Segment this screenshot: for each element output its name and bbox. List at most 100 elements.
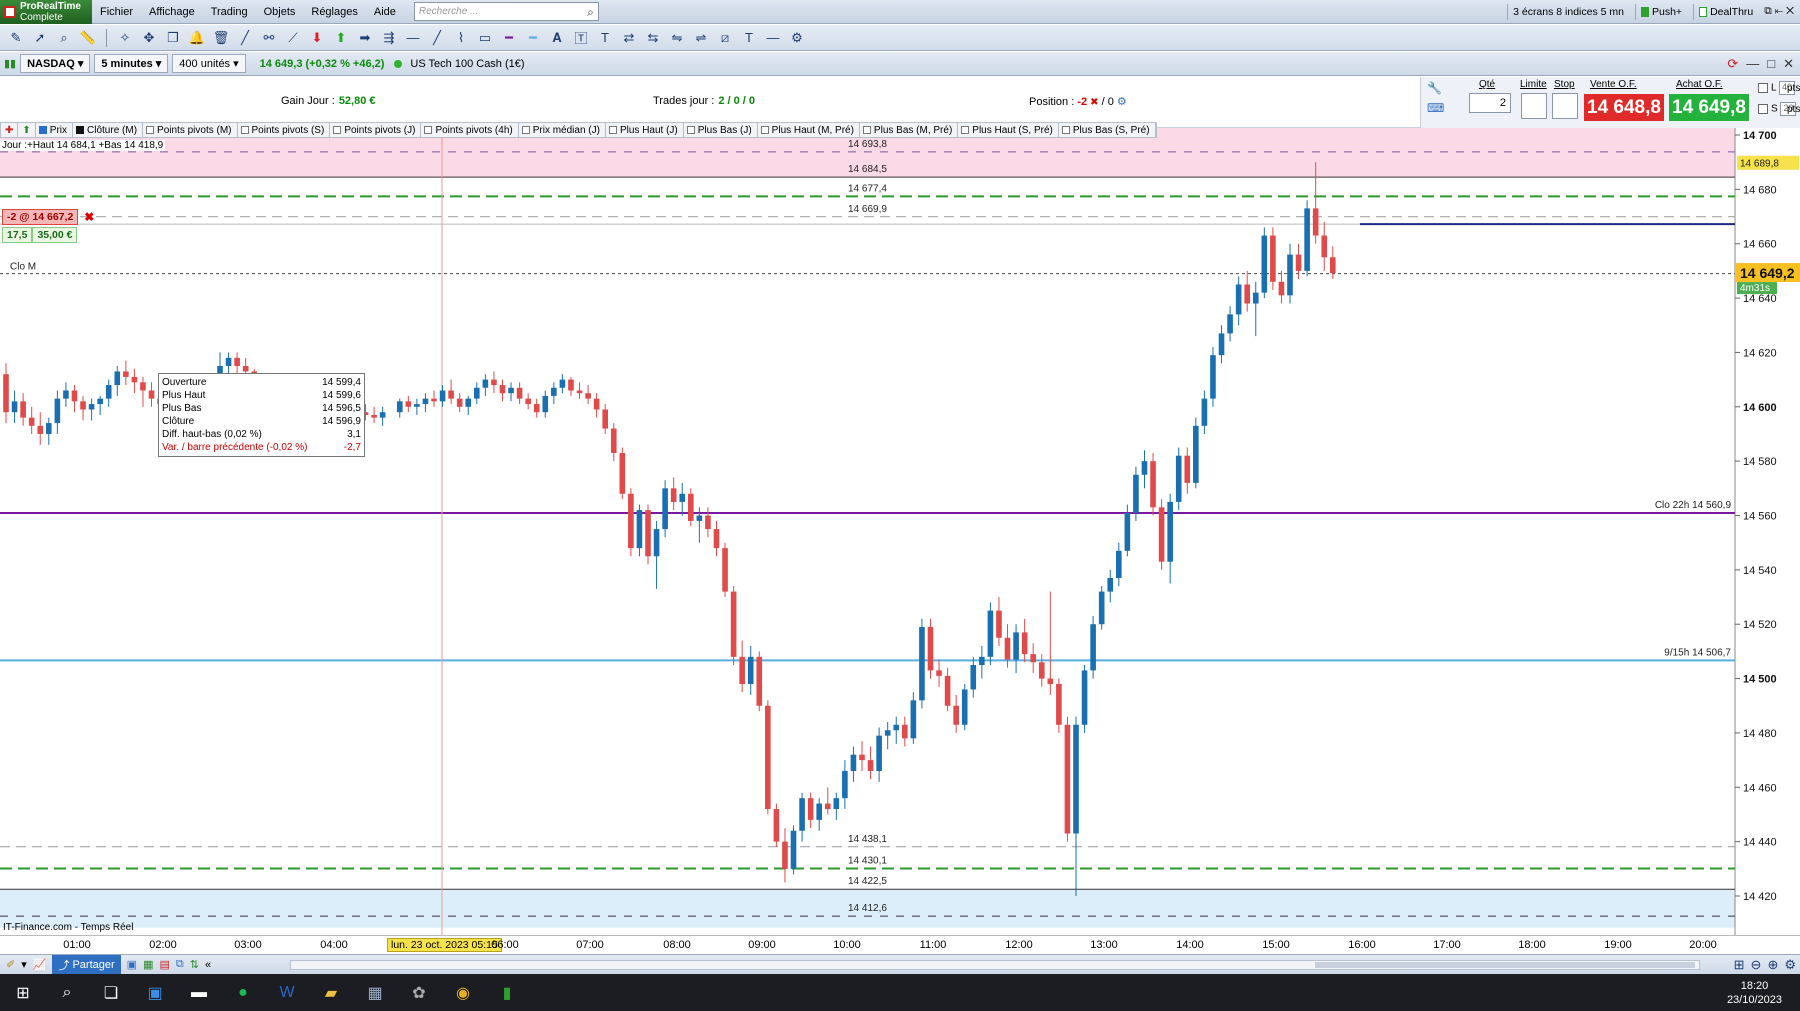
pencil-icon[interactable]: ✎ [6, 28, 26, 48]
candle-body[interactable] [987, 610, 994, 657]
candle-body[interactable] [491, 379, 497, 386]
text-box-icon[interactable]: 🅃 [571, 28, 591, 48]
candle-body[interactable] [1304, 208, 1310, 271]
compare-chart-icon[interactable]: ⇅ [190, 958, 199, 971]
candle-body[interactable] [859, 754, 865, 761]
candle-body[interactable] [63, 390, 69, 399]
indicator-toggle-3[interactable]: Points pivots (S) [238, 123, 331, 137]
indicator-toggle-8[interactable]: Plus Bas (J) [684, 123, 758, 137]
candle-body[interactable] [773, 809, 780, 842]
candle-body[interactable] [1235, 284, 1242, 315]
screen-icon[interactable]: ▣ [127, 958, 137, 971]
candle-body[interactable] [20, 401, 26, 418]
cyan-line-icon[interactable]: ━ [523, 28, 543, 48]
candle-body[interactable] [80, 401, 86, 410]
candle-body[interactable] [1141, 461, 1148, 475]
candle-body[interactable] [1193, 425, 1199, 483]
candle-body[interactable] [790, 830, 797, 869]
arrow-up-icon[interactable]: ⬆ [331, 28, 351, 48]
candle-body[interactable] [1252, 292, 1259, 304]
candle-body[interactable] [396, 401, 403, 413]
candle-body[interactable] [662, 488, 668, 530]
window-controls-icon[interactable]: ⧉ ⇤ ✕ [1764, 5, 1794, 18]
candle-body[interactable] [619, 452, 626, 494]
candle-body[interactable] [474, 387, 480, 399]
sell-button[interactable]: 14 648,8 [1584, 94, 1664, 121]
candle-body[interactable] [123, 371, 129, 377]
candle-body[interactable] [996, 610, 1002, 638]
arrow-down-icon[interactable]: ⬇ [307, 28, 327, 48]
candle-body[interactable] [585, 393, 591, 399]
push-button[interactable]: Push+ [1635, 3, 1687, 20]
refresh-icon[interactable]: ⟳ [1727, 56, 1738, 72]
time-axis[interactable]: lun. 23 oct. 2023 05:15 01:00 02:00 03:00 0… [0, 935, 1800, 954]
candle-body[interactable] [1107, 578, 1114, 592]
close-position-tag-icon[interactable]: ✖ [84, 210, 94, 224]
candle-body[interactable] [1167, 501, 1173, 562]
indicator-toggle-7[interactable]: Plus Haut (J) [606, 123, 684, 137]
menu-reglages[interactable]: Réglages [303, 6, 365, 18]
arrows-double-2-icon[interactable]: ⇆ [643, 28, 663, 48]
candle-body[interactable] [961, 689, 968, 725]
candle-body[interactable] [225, 357, 232, 367]
candle-body[interactable] [610, 428, 617, 453]
indicator-checkbox[interactable] [862, 126, 871, 134]
candle-body[interactable] [944, 675, 951, 706]
rectangle-icon[interactable]: ▭ [475, 28, 495, 48]
candle-body[interactable] [242, 366, 249, 372]
close-icon[interactable]: ✕ [1783, 56, 1794, 72]
candle-body[interactable] [1098, 591, 1105, 625]
move-icon[interactable]: ✥ [139, 28, 159, 48]
candle-body[interactable] [422, 398, 429, 405]
candle-body[interactable] [927, 626, 934, 671]
candle-body[interactable] [448, 390, 454, 399]
candle-body[interactable] [833, 798, 840, 810]
candle-body[interactable] [234, 357, 240, 367]
indicator-checkbox[interactable] [760, 126, 769, 134]
candle-body[interactable] [131, 376, 138, 383]
scrollbar-thumb[interactable] [1315, 962, 1695, 968]
segment-icon[interactable]: ⟋ [283, 28, 303, 48]
candle-body[interactable] [1184, 455, 1191, 483]
indicator-checkbox[interactable] [961, 126, 970, 134]
candle-body[interactable] [97, 398, 103, 405]
candle-body[interactable] [37, 425, 44, 434]
candle-body[interactable] [11, 401, 18, 413]
candle-body[interactable] [747, 656, 754, 685]
candle-body[interactable] [1133, 474, 1139, 513]
candle-body[interactable] [516, 387, 523, 399]
candle-body[interactable] [953, 705, 959, 725]
fibo-icon[interactable]: ⌇ [451, 28, 471, 48]
chart-type-icon[interactable]: ▮▮ [4, 57, 16, 70]
candle-body[interactable] [3, 374, 9, 413]
candle-body[interactable] [1218, 333, 1225, 356]
candle-body[interactable] [1158, 507, 1165, 562]
candle-body[interactable] [1210, 355, 1216, 399]
short-checkbox[interactable] [1758, 104, 1768, 114]
menu-objets[interactable]: Objets [256, 6, 304, 18]
wrench-icon[interactable]: 🔧 [1427, 81, 1442, 95]
candle-body[interactable] [979, 656, 985, 665]
candle-body[interactable] [54, 398, 61, 424]
candle-body[interactable] [1270, 235, 1276, 282]
open-position-tag[interactable]: -2 @ 14 667,2 ✖ [2, 209, 94, 225]
candle-body[interactable] [628, 493, 634, 549]
channel-icon[interactable]: ⇶ [379, 28, 399, 48]
settings-icon[interactable]: ⚙ [787, 28, 807, 48]
candle-body[interactable] [645, 510, 651, 557]
indicator-toggle-1[interactable]: Clôture (M) [73, 123, 144, 137]
cursor-icon[interactable]: ➚ [30, 28, 50, 48]
dropdown-icon[interactable]: ▾ [21, 958, 27, 971]
candle-body[interactable] [405, 401, 412, 407]
zoom-settings-icon[interactable]: ⚙ [1784, 957, 1796, 973]
candle-body[interactable] [1278, 281, 1285, 296]
candle-body[interactable] [499, 385, 506, 394]
calculator-icon[interactable]: ▦ [360, 978, 390, 1008]
limit-order-button[interactable] [1521, 93, 1547, 119]
share-button[interactable]: ⤴ Partager [52, 954, 121, 975]
app-logo[interactable]: ProRealTime Complete [0, 0, 92, 24]
search-icon[interactable]: ⌕ [587, 5, 594, 20]
candle-body[interactable] [431, 398, 437, 402]
copy-icon[interactable]: ❐ [163, 28, 183, 48]
candle-body[interactable] [696, 515, 703, 521]
